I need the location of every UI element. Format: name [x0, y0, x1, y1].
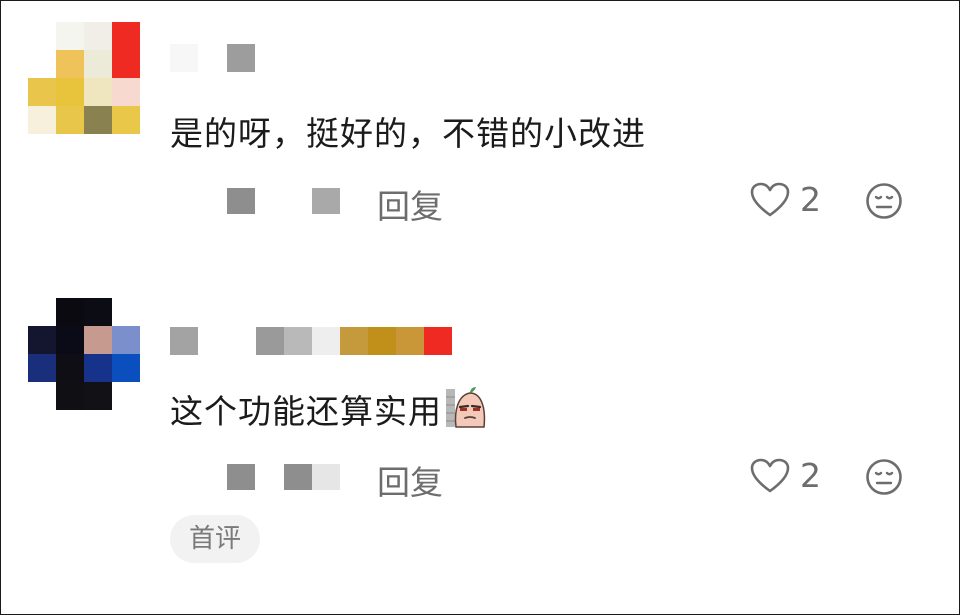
neutral-face-icon — [866, 183, 902, 219]
comment-item: 这个功能还算实用 回复 2 — [0, 295, 960, 575]
like-button[interactable]: 2 — [750, 456, 830, 495]
avatar[interactable] — [0, 15, 144, 135]
username-redacted[interactable] — [170, 327, 460, 355]
first-comment-chip[interactable]: 首评 — [170, 515, 260, 563]
comment-text: 这个功能还算实用 — [170, 385, 490, 433]
heart-outline-icon — [750, 182, 790, 217]
neutral-face-icon — [866, 459, 902, 495]
location-redacted-light — [312, 464, 340, 490]
heart-outline-icon — [750, 458, 790, 493]
location-redacted — [284, 464, 312, 490]
comment-meta: 回复 2 — [0, 456, 960, 502]
comment-text-content: 这个功能还算实用 — [170, 392, 442, 431]
comment-text: 是的呀，挺好的，不错的小改进 — [170, 114, 646, 153]
timestamp-redacted — [227, 464, 255, 490]
emoji-reaction-button[interactable] — [865, 458, 903, 496]
avatar[interactable] — [0, 295, 144, 415]
comment-meta: 回复 2 — [0, 180, 960, 226]
reply-button[interactable]: 回复 — [377, 180, 443, 228]
like-count: 2 — [800, 180, 821, 219]
like-count: 2 — [800, 456, 821, 495]
emoji-reaction-button[interactable] — [865, 182, 903, 220]
location-redacted — [312, 188, 340, 214]
like-button[interactable]: 2 — [750, 180, 830, 219]
comment-item: 是的呀，挺好的，不错的小改进 回复 2 — [0, 0, 960, 280]
timestamp-redacted — [227, 188, 255, 214]
peach-sticker-icon — [444, 385, 490, 429]
reply-button[interactable]: 回复 — [377, 456, 443, 504]
username-redacted[interactable] — [170, 44, 260, 72]
